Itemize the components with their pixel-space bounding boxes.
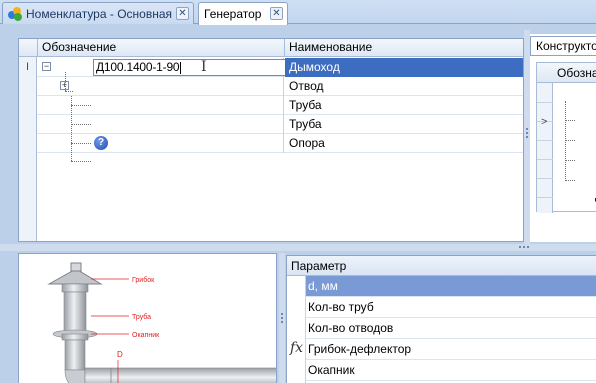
tree-line [565, 160, 575, 161]
row-indicator [19, 134, 37, 153]
tab-nomenclature-label: Номенклатура - Основная [26, 6, 173, 21]
table-row[interactable]: ? Опора [19, 134, 523, 153]
designation-cell[interactable]: + [38, 77, 284, 96]
tree-line [71, 143, 91, 144]
horizontal-splitter[interactable] [0, 244, 596, 251]
horizontal-pipe [84, 367, 276, 383]
table-row[interactable]: Труба [19, 115, 523, 134]
tree-grid: Обозначение Наименование I − Д100.1400-1… [18, 38, 524, 242]
deflector-cap [47, 262, 103, 293]
name-cell[interactable]: Опора [285, 134, 523, 153]
tab-strip: Номенклатура - Основная ✕ Генератор ✕ [0, 0, 596, 25]
column-header-designation[interactable]: Обозначение [38, 39, 285, 57]
parameter-row[interactable]: Грибок-дефлектор [306, 339, 596, 360]
name-cell[interactable]: Отвод [285, 77, 523, 96]
constructor-panel: Конструктор Обозначение > Д [530, 34, 596, 242]
text-cursor-icon: I [201, 59, 207, 75]
row-indicator [19, 77, 37, 96]
designation-cell[interactable]: − Д100.1400-1-90 I [38, 58, 299, 77]
name-cell[interactable]: Труба [285, 96, 523, 115]
pipe-segment [63, 291, 87, 335]
constructor-field[interactable]: Конструктор [530, 36, 596, 56]
label-diameter: D [117, 350, 123, 359]
row-indicator [19, 115, 37, 134]
name-cell[interactable]: Дымоход [285, 58, 523, 77]
designation-edit-value: Д100.1400-1-90 [96, 60, 180, 74]
parameter-row[interactable]: Кол-во отводов [306, 318, 596, 339]
label-pipe: Труба [132, 313, 151, 321]
tab-generator-label: Генератор [204, 7, 262, 21]
parameter-row[interactable]: Окапник [306, 360, 596, 381]
designation-edit-field[interactable]: Д100.1400-1-90 [93, 59, 299, 76]
tree-line [65, 91, 73, 92]
table-row[interactable]: + Отвод [19, 77, 523, 96]
grid-header: Обозначение Наименование [19, 39, 523, 57]
row-indicator: I [19, 58, 37, 77]
tree-line [565, 101, 566, 181]
parameters-header: Параметр [287, 256, 596, 276]
column-header-parameter[interactable]: Параметр [291, 259, 346, 273]
elbow [64, 369, 86, 383]
table-row[interactable]: Труба [19, 96, 523, 115]
header-corner [19, 39, 38, 57]
table-row[interactable]: I − Д100.1400-1-90 I Дымоход [19, 58, 523, 77]
row-indicator-column [537, 83, 553, 213]
chimney-image-panel: Грибок Труба Окапник D [18, 253, 277, 383]
close-icon[interactable]: ✕ [176, 7, 189, 20]
collapse-icon[interactable]: − [42, 62, 51, 71]
pipe-segment [64, 339, 86, 371]
close-icon[interactable]: ✕ [270, 7, 283, 20]
tree-line [71, 105, 91, 106]
tree-line [71, 161, 91, 162]
fx-icon[interactable]: fx [290, 340, 303, 356]
tree-line [565, 140, 575, 141]
vertical-splitter[interactable] [279, 253, 285, 383]
constructor-grid: Обозначение > Д [536, 62, 596, 213]
formula-column: fx [287, 276, 306, 383]
name-cell[interactable]: Труба [285, 115, 523, 134]
row-indicator [19, 96, 37, 115]
nomenclature-icon [8, 6, 22, 21]
chimney-diagram: Грибок Труба Окапник D [47, 262, 276, 383]
tree-line [65, 72, 66, 91]
current-row-arrow-icon: > [541, 116, 548, 128]
tree-line [565, 180, 575, 181]
help-icon[interactable]: ? [94, 136, 108, 150]
column-header-designation[interactable]: Обозначение [557, 66, 596, 80]
label-drip: Окапник [132, 332, 160, 339]
tab-generator[interactable]: Генератор ✕ [198, 2, 288, 25]
constructor-grid-header: Обозначение [537, 63, 596, 83]
parameter-row[interactable]: Кол-во труб [306, 297, 596, 318]
tree-line [71, 124, 91, 125]
column-header-name[interactable]: Наименование [285, 39, 523, 57]
tree-line [565, 120, 575, 121]
parameter-row[interactable]: d, мм [306, 276, 596, 297]
label-grib: Грибок [132, 276, 155, 284]
tab-nomenclature[interactable]: Номенклатура - Основная ✕ [2, 2, 194, 24]
parameters-panel: Параметр fx d, мм Кол-во труб Кол-во отв… [286, 255, 596, 383]
